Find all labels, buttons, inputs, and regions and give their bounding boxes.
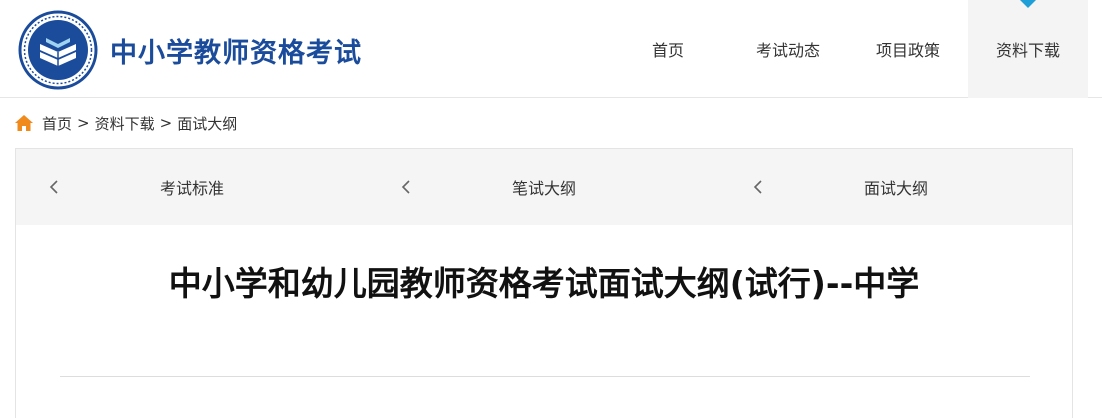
- subnav-item-label: 面试大纲: [863, 179, 928, 198]
- breadcrumb-separator: >: [77, 114, 90, 132]
- chevron-left-icon: [401, 180, 410, 194]
- nav-item-policy[interactable]: 项目政策: [848, 0, 968, 98]
- subnav-item-interview-outline[interactable]: 面试大纲: [720, 149, 1072, 225]
- main-nav: 首页 考试动态 项目政策 资料下载: [608, 0, 1088, 98]
- subnav-item-exam-standard[interactable]: 考试标准: [16, 149, 368, 225]
- chevron-left-icon: [753, 180, 762, 194]
- subnav-item-label: 笔试大纲: [511, 179, 576, 198]
- home-icon[interactable]: [14, 114, 34, 132]
- chevron-left-icon: [49, 180, 58, 194]
- subnav-item-label: 考试标准: [159, 179, 224, 198]
- breadcrumb-home[interactable]: 首页: [42, 113, 72, 134]
- logo-area[interactable]: 中小学教师资格考试: [18, 10, 362, 90]
- site-title[interactable]: 中小学教师资格考试: [110, 31, 362, 70]
- nav-item-label: 项目政策: [875, 41, 940, 60]
- nav-item-downloads[interactable]: 资料下载: [968, 0, 1088, 98]
- book-emblem-logo-icon: [18, 10, 98, 90]
- article-title: 中小学和幼儿园教师资格考试面试大纲(试行)--中学: [168, 264, 920, 303]
- content-panel: 考试标准 笔试大纲 面试大纲 中小学和幼儿园教师资格考试面试大纲(试行)--中学: [15, 148, 1073, 418]
- breadcrumb: 首页 > 资料下载 > 面试大纲: [14, 111, 237, 135]
- nav-item-home[interactable]: 首页: [608, 0, 728, 98]
- caret-down-icon: [1020, 0, 1036, 8]
- nav-item-label: 考试动态: [755, 41, 820, 60]
- nav-item-label: 资料下载: [995, 41, 1060, 60]
- nav-item-label: 首页: [651, 41, 684, 60]
- title-divider: [60, 376, 1030, 377]
- article-subnav: 考试标准 笔试大纲 面试大纲: [16, 149, 1072, 225]
- breadcrumb-current[interactable]: 面试大纲: [177, 113, 237, 134]
- nav-item-exam-news[interactable]: 考试动态: [728, 0, 848, 98]
- site-header: 中小学教师资格考试 首页 考试动态 项目政策 资料下载: [0, 0, 1102, 98]
- subnav-item-written-outline[interactable]: 笔试大纲: [368, 149, 720, 225]
- breadcrumb-downloads[interactable]: 资料下载: [95, 113, 155, 134]
- breadcrumb-separator: >: [159, 114, 173, 132]
